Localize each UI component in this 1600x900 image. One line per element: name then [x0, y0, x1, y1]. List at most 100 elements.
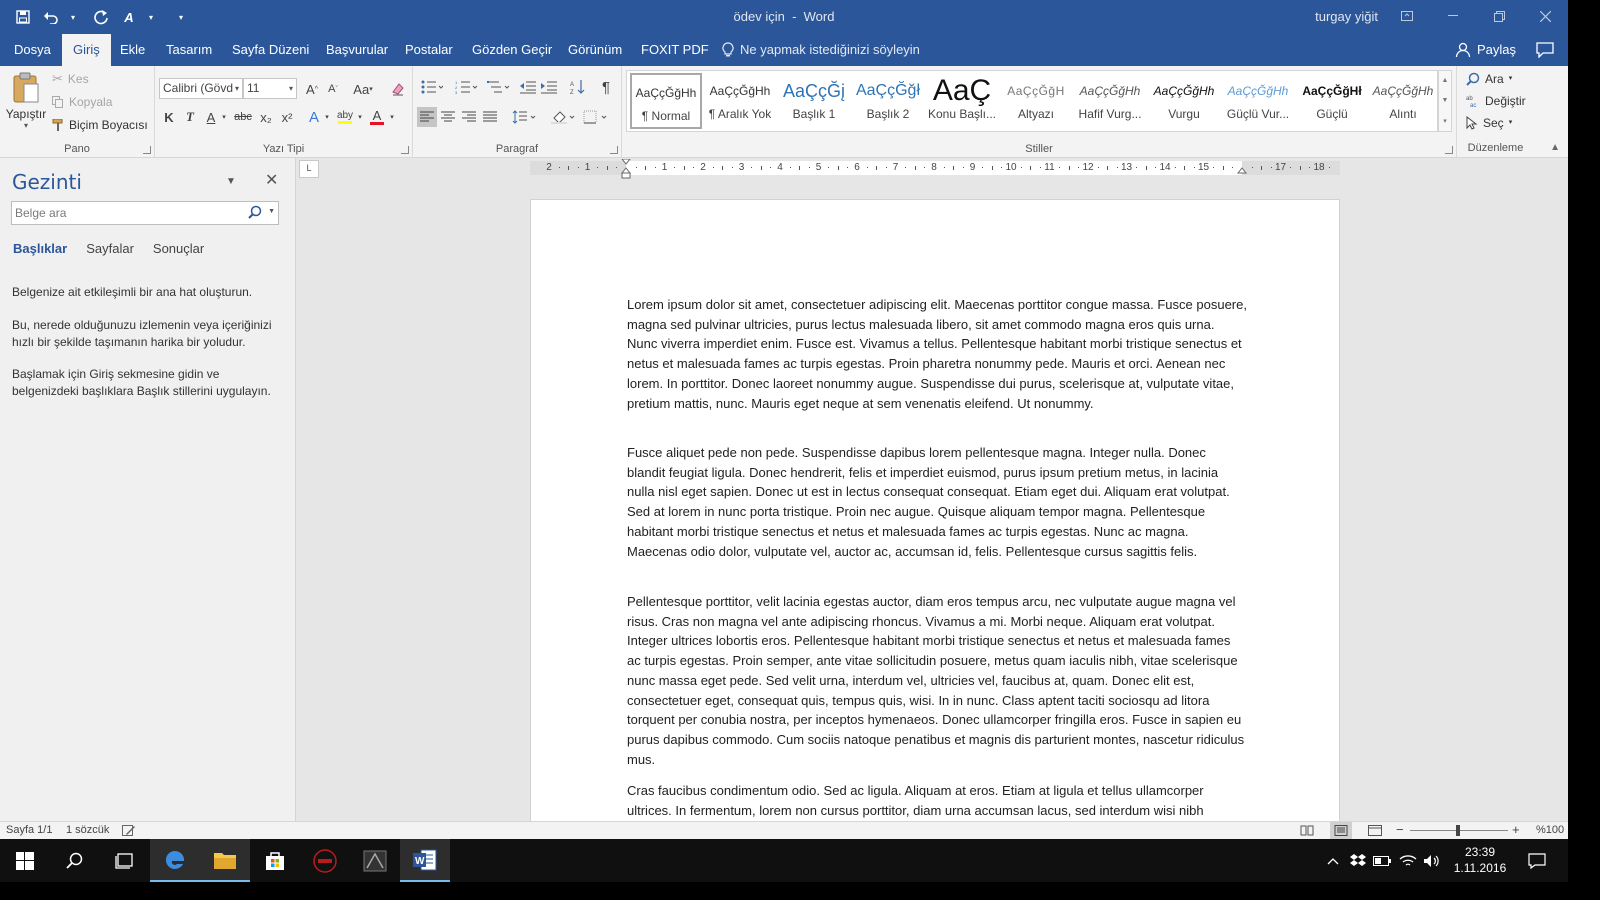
grow-font-icon[interactable]: A ^ — [302, 79, 322, 99]
font-launcher-icon[interactable] — [401, 146, 409, 154]
numbering-icon[interactable]: 123 — [451, 77, 481, 97]
document-paragraph[interactable]: Cras faucibus condimentum odio. Sed ac l… — [627, 781, 1247, 820]
change-case-icon[interactable]: Aa ▾ — [350, 79, 376, 99]
shading-icon[interactable] — [549, 107, 577, 127]
text-effects-dropdown-icon[interactable]: ▾ — [322, 107, 332, 127]
gallery-down-icon[interactable]: ▼ — [1442, 97, 1449, 104]
tab-insert[interactable]: Ekle — [109, 34, 156, 66]
text-effects-icon[interactable]: A — [304, 107, 324, 127]
document-paragraph[interactable]: Pellentesque porttitor, velit lacinia eg… — [627, 592, 1247, 769]
superscript-icon[interactable]: x² — [277, 107, 297, 127]
ribbon-display-options-icon[interactable] — [1384, 0, 1430, 32]
gallery-up-icon[interactable]: ▲ — [1442, 77, 1449, 84]
paste-button[interactable]: Yapıştır ▾ — [4, 70, 48, 136]
web-layout-icon[interactable] — [1364, 822, 1386, 839]
style-emphasis[interactable]: AaÇçĞğHh Vurgu — [1148, 73, 1220, 129]
find-button[interactable]: Ara ▾ — [1466, 68, 1512, 90]
sort-icon[interactable]: AZ — [568, 77, 588, 97]
underline-icon[interactable]: A — [201, 107, 221, 127]
decrease-indent-icon[interactable] — [518, 77, 538, 97]
taskbar-clock[interactable]: 23:39 1.11.2016 — [1448, 844, 1512, 876]
underline-dropdown-icon[interactable]: ▾ — [219, 107, 229, 127]
style-subtle-emphasis[interactable]: AaÇçĞğHh Hafif Vurg... — [1074, 73, 1146, 129]
align-left-icon[interactable] — [417, 107, 437, 127]
italic-icon[interactable]: T — [180, 107, 200, 127]
clipboard-launcher-icon[interactable] — [143, 146, 151, 154]
borders-icon[interactable] — [581, 107, 609, 127]
subscript-icon[interactable]: x₂ — [256, 107, 276, 127]
search-options-icon[interactable]: ▼ — [268, 208, 275, 215]
style-subtitle[interactable]: AaÇçĞğH Altyazı — [1000, 73, 1072, 129]
print-layout-icon[interactable] — [1330, 822, 1352, 839]
font-color-dropdown-icon[interactable]: ▾ — [387, 107, 397, 127]
style-normal[interactable]: AaÇçĞğHh ¶ Normal — [630, 73, 702, 129]
copy-button[interactable]: Kopyala — [52, 92, 112, 112]
style-intense-emphasis[interactable]: AaÇçĞğHh Güçlü Vur... — [1222, 73, 1294, 129]
justify-icon[interactable] — [480, 107, 500, 127]
replace-button[interactable]: ab ac Değiştir — [1466, 90, 1526, 112]
style-heading-2[interactable]: AaÇçĞğł Başlık 2 — [852, 73, 924, 129]
zoom-in-button[interactable]: + — [1512, 822, 1520, 837]
nav-options-icon[interactable]: ▼ — [226, 176, 236, 187]
dropbox-icon[interactable] — [1346, 839, 1370, 882]
word-count[interactable]: 1 sözcük — [66, 824, 109, 836]
volume-icon[interactable] — [1420, 839, 1444, 882]
comments-icon[interactable] — [1536, 42, 1554, 58]
horizontal-ruler[interactable]: 2 1 1 2 3 4 5 6 7 8 9 10 11 12 13 14 15 17 18 — [530, 159, 1340, 179]
restore-icon[interactable] — [1476, 0, 1522, 32]
style-heading-1[interactable]: AaÇçĞį Başlık 1 — [778, 73, 850, 129]
document-page[interactable]: Lorem ipsum dolor sit amet, consectetuer… — [530, 199, 1340, 821]
style-quote[interactable]: AaÇçĞğHh Alıntı — [1367, 73, 1439, 129]
tab-selector[interactable]: L — [299, 160, 319, 178]
multilevel-list-icon[interactable] — [483, 77, 513, 97]
cut-button[interactable]: ✂ Kes — [52, 69, 89, 89]
tab-headings[interactable]: Başlıklar — [13, 241, 67, 256]
zoom-level[interactable]: %100 — [1536, 824, 1564, 836]
tab-mailings[interactable]: Postalar — [394, 34, 464, 66]
tab-design[interactable]: Tasarım — [155, 34, 223, 66]
wifi-icon[interactable] — [1396, 839, 1420, 882]
tab-review[interactable]: Gözden Geçir — [461, 34, 563, 66]
show-hidden-icons-icon[interactable] — [1322, 839, 1344, 882]
tab-references[interactable]: Başvurular — [315, 34, 399, 66]
tab-foxit-pdf[interactable]: FOXIT PDF — [630, 34, 720, 66]
game-app-icon[interactable] — [350, 839, 400, 882]
collapse-ribbon-icon[interactable]: ▲ — [1550, 142, 1560, 153]
task-view-icon[interactable] — [100, 839, 150, 882]
font-color-icon[interactable]: A — [367, 107, 387, 127]
font-name-box[interactable]: Calibri (Gövd ▾ — [159, 78, 243, 99]
battery-icon[interactable] — [1370, 839, 1394, 882]
style-title[interactable]: AaÇ Konu Başlı... — [926, 73, 998, 129]
highlight-dropdown-icon[interactable]: ▾ — [355, 107, 365, 127]
document-paragraph[interactable]: Lorem ipsum dolor sit amet, consectetuer… — [627, 295, 1247, 413]
strikethrough-icon[interactable]: abc — [231, 107, 255, 127]
format-painter-button[interactable]: Biçim Boyacısı — [52, 115, 148, 135]
paragraph-launcher-icon[interactable] — [610, 146, 618, 154]
close-icon[interactable]: ✕ — [265, 170, 278, 190]
read-mode-icon[interactable] — [1296, 822, 1318, 839]
store-icon[interactable] — [250, 839, 300, 882]
align-right-icon[interactable] — [459, 107, 479, 127]
tab-results[interactable]: Sonuçlar — [153, 241, 204, 256]
close-icon[interactable] — [1522, 0, 1568, 32]
bold-icon[interactable]: K — [159, 107, 179, 127]
tab-view[interactable]: Görünüm — [557, 34, 633, 66]
clear-formatting-icon[interactable] — [388, 79, 408, 99]
align-center-icon[interactable] — [438, 107, 458, 127]
search-input[interactable] — [12, 202, 242, 224]
zoom-slider-thumb[interactable] — [1456, 825, 1460, 836]
tab-home[interactable]: Giriş — [62, 34, 111, 66]
zoom-out-button[interactable]: − — [1396, 822, 1404, 837]
tell-me-box[interactable]: Ne yapmak istediğinizi söyleyin — [722, 34, 920, 66]
tab-pages[interactable]: Sayfalar — [86, 241, 134, 256]
word-icon[interactable]: W — [400, 839, 450, 882]
asus-app-icon[interactable] — [300, 839, 350, 882]
page-count[interactable]: Sayfa 1/1 — [6, 824, 52, 836]
show-formatting-marks-icon[interactable]: ¶ — [596, 77, 616, 97]
search-icon[interactable] — [50, 839, 100, 882]
style-strong[interactable]: AaÇçĞğHł Güçlü — [1296, 73, 1368, 129]
styles-launcher-icon[interactable] — [1445, 146, 1453, 154]
right-indent-marker[interactable] — [1237, 159, 1247, 179]
search-icon[interactable] — [248, 205, 262, 219]
increase-indent-icon[interactable] — [539, 77, 559, 97]
